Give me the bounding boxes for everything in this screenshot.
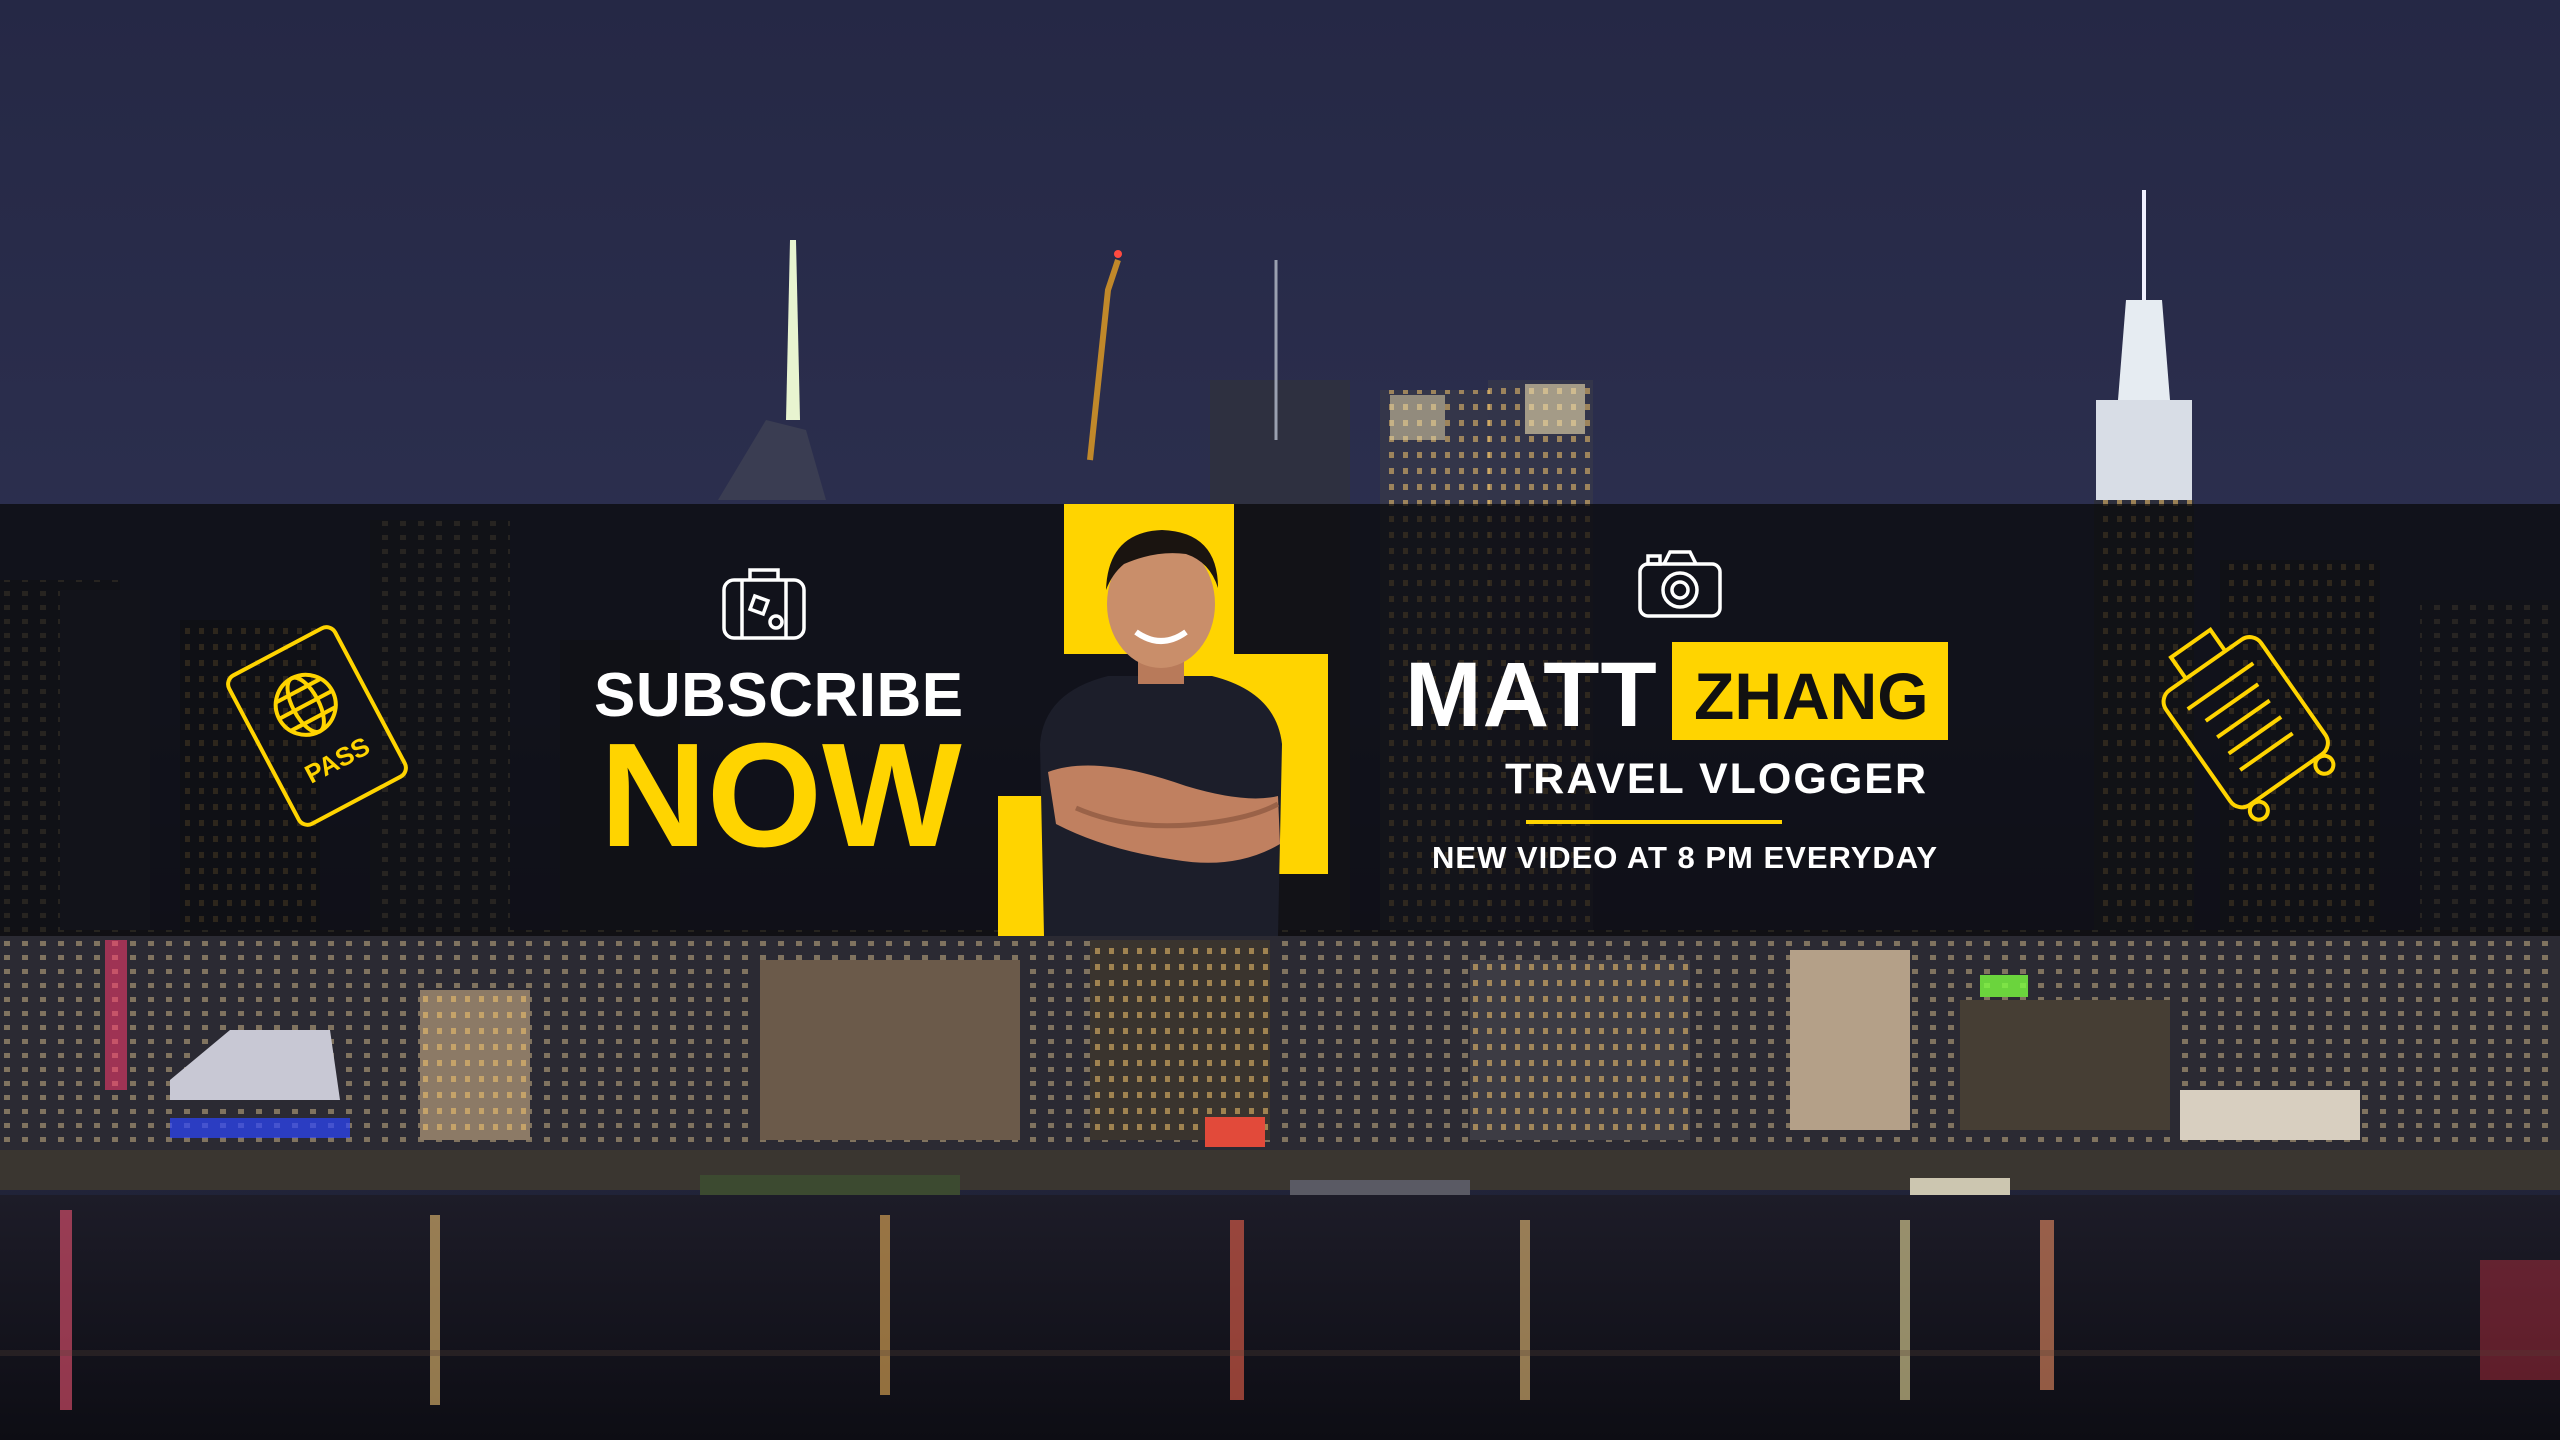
first-name: MATT xyxy=(1405,644,1658,746)
divider-line xyxy=(1526,820,1782,824)
last-name: ZHANG xyxy=(1694,659,1929,733)
channel-role: TRAVEL VLOGGER xyxy=(1505,755,1928,803)
upload-schedule: NEW VIDEO AT 8 PM EVERYDAY xyxy=(1432,840,1939,875)
globe-icon xyxy=(273,672,338,737)
suitcase-icon xyxy=(722,568,806,640)
waterfront-buildings xyxy=(0,930,2560,1225)
passport-icon xyxy=(226,625,408,827)
subscribe-cta-line2: NOW xyxy=(600,713,962,878)
rolling-luggage-icon xyxy=(2161,627,2336,822)
camera-icon xyxy=(1638,550,1722,618)
host-portrait xyxy=(998,504,1328,936)
